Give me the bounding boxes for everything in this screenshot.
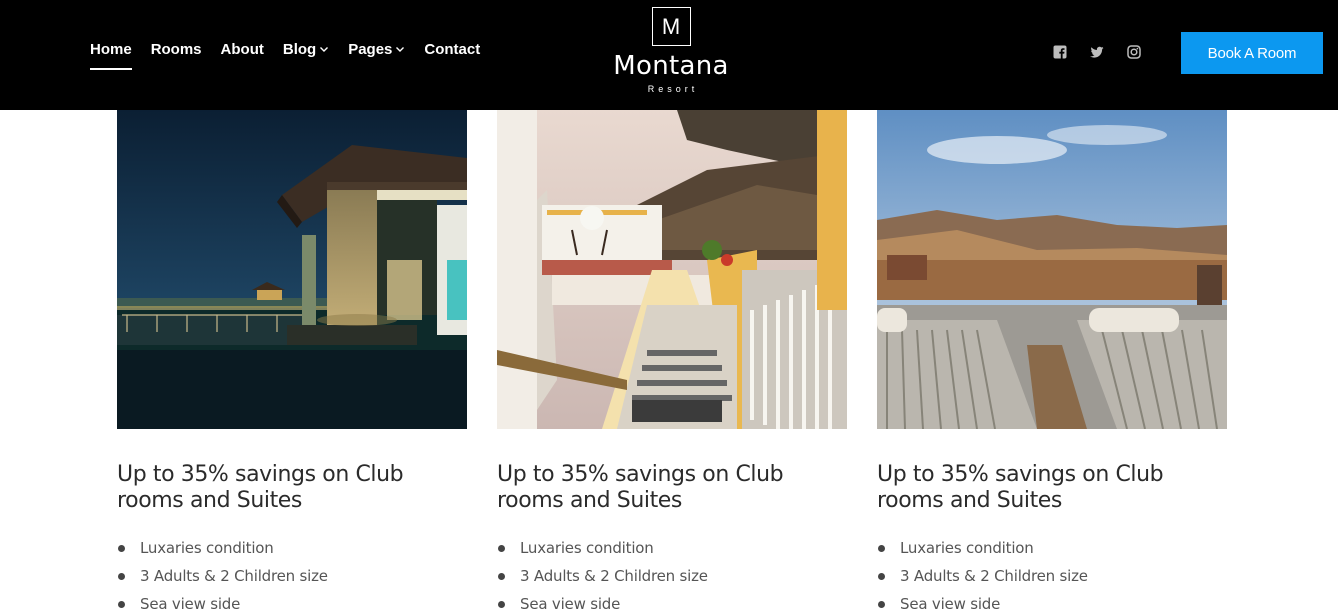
nav-contact-label: Contact: [424, 40, 481, 58]
mountain-loungers-photo[interactable]: [877, 110, 1227, 429]
feature-item: Luxaries condition: [877, 534, 1227, 562]
feature-item: Sea view side: [117, 590, 467, 616]
instagram-icon[interactable]: [1127, 45, 1141, 59]
nav-contact[interactable]: Contact: [424, 40, 480, 58]
offer-card: Up to 35% savings on Club rooms and Suit…: [117, 110, 467, 616]
nav-home[interactable]: Home: [90, 40, 132, 70]
book-room-button[interactable]: Book A Room: [1181, 32, 1323, 74]
nav-home-label: Home: [90, 40, 132, 58]
logo-name: Montana: [613, 51, 729, 81]
feature-list: Luxaries condition 3 Adults & 2 Children…: [877, 534, 1227, 616]
site-logo[interactable]: M Montana Resort: [600, 7, 742, 94]
nav-about-label: About: [220, 40, 264, 58]
card-title: Up to 35% savings on Club rooms and Suit…: [877, 462, 1164, 513]
feature-list: Luxaries condition 3 Adults & 2 Children…: [117, 534, 467, 616]
card-title: Up to 35% savings on Club rooms and Suit…: [497, 462, 784, 513]
nav-rooms[interactable]: Rooms: [151, 40, 202, 58]
santorini-stairs-photo[interactable]: [497, 110, 847, 429]
chevron-down-icon: [396, 47, 405, 52]
twitter-icon[interactable]: [1090, 45, 1104, 59]
card-title: Up to 35% savings on Club rooms and Suit…: [117, 462, 404, 513]
main-nav: Home Rooms About Blog Pages Contact: [90, 40, 499, 70]
nav-pages[interactable]: Pages: [348, 40, 405, 58]
offer-card: Up to 35% savings on Club rooms and Suit…: [877, 110, 1227, 616]
night-villa-photo[interactable]: [117, 110, 467, 429]
facebook-icon[interactable]: [1053, 45, 1067, 59]
social-links: [1053, 45, 1164, 59]
feature-item: 3 Adults & 2 Children size: [497, 562, 847, 590]
nav-about[interactable]: About: [221, 40, 264, 58]
site-header: Home Rooms About Blog Pages Contact M Mo…: [0, 0, 1338, 110]
nav-blog-label: Blog: [282, 40, 317, 58]
feature-list: Luxaries condition 3 Adults & 2 Children…: [497, 534, 847, 616]
feature-item: Sea view side: [877, 590, 1227, 616]
logo-subtitle: Resort: [647, 84, 699, 94]
nav-rooms-label: Rooms: [150, 40, 202, 58]
feature-item: Sea view side: [497, 590, 847, 616]
feature-item: 3 Adults & 2 Children size: [117, 562, 467, 590]
chevron-down-icon: [320, 47, 329, 52]
feature-item: Luxaries condition: [117, 534, 467, 562]
nav-blog[interactable]: Blog: [283, 40, 329, 58]
nav-pages-label: Pages: [348, 40, 393, 58]
logo-monogram: M: [651, 7, 691, 46]
feature-item: Luxaries condition: [497, 534, 847, 562]
offer-card: Up to 35% savings on Club rooms and Suit…: [497, 110, 847, 616]
feature-item: 3 Adults & 2 Children size: [877, 562, 1227, 590]
